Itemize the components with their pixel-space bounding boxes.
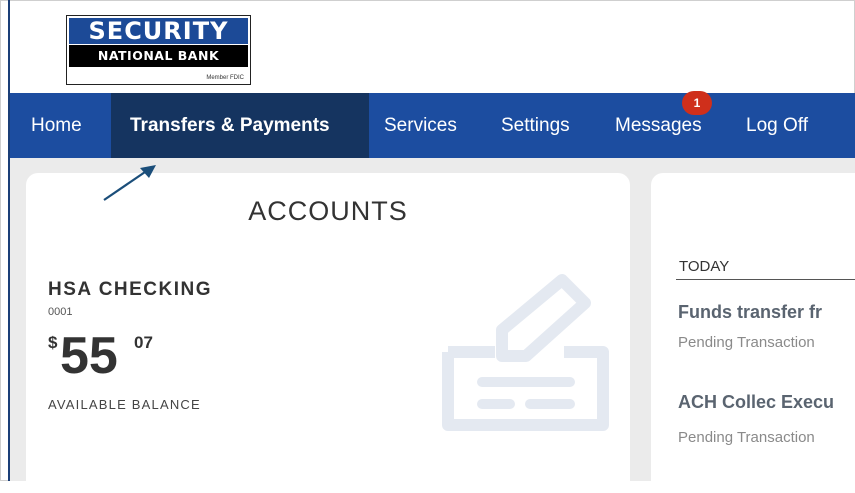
logo-fdic-text: Member FDIC (206, 75, 244, 81)
logo-line-1: SECURITY (69, 18, 248, 45)
balance-dollars: 55 (60, 327, 118, 385)
section-divider (676, 279, 855, 280)
available-balance-label: AVAILABLE BALANCE (48, 397, 201, 412)
account-name[interactable]: HSA CHECKING (48, 279, 212, 301)
logo-line-2: NATIONAL BANK (69, 45, 248, 67)
account-number: 0001 (48, 306, 73, 318)
activity-item-status: Pending Transaction (678, 429, 815, 446)
activity-item-title[interactable]: Funds transfer fr (678, 302, 822, 323)
main-nav: Home Transfers & Payments Services Setti… (10, 93, 855, 158)
nav-home[interactable]: Home (31, 93, 82, 158)
bank-logo[interactable]: SECURITY NATIONAL BANK Member FDIC (66, 15, 251, 85)
balance-cents: 07 (134, 333, 153, 352)
nav-services[interactable]: Services (384, 93, 457, 158)
messages-count-badge: 1 (682, 91, 712, 115)
currency-symbol: $ (48, 333, 58, 352)
check-pen-icon (442, 274, 609, 431)
nav-settings[interactable]: Settings (501, 93, 570, 158)
activity-item-status: Pending Transaction (678, 334, 815, 351)
annotation-arrow-icon (103, 165, 156, 201)
nav-log-off[interactable]: Log Off (746, 93, 808, 158)
nav-transfers-payments[interactable]: Transfers & Payments (111, 93, 369, 158)
activity-section-label: TODAY (679, 258, 730, 275)
activity-item-title[interactable]: ACH Collec Execu (678, 392, 834, 413)
